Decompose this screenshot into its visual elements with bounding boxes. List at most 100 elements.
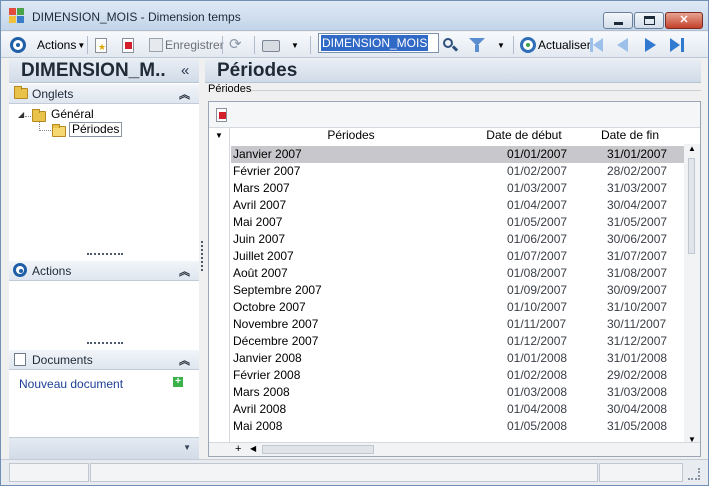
save-button[interactable]: Enregistrer (149, 35, 224, 55)
table-row[interactable]: Avril 2007 01/04/2007 30/04/2007 (231, 197, 700, 214)
actions-section-label: Actions (32, 264, 72, 278)
cell-periode: Mars 2007 (233, 181, 290, 195)
cell-periode: Décembre 2007 (233, 334, 319, 348)
table-row[interactable]: Juillet 2007 01/07/2007 31/07/2007 (231, 248, 700, 265)
cell-date-debut: 01/03/2007 (507, 181, 568, 195)
print-button[interactable]: ▼ (262, 35, 299, 55)
documents-section-header[interactable]: Documents ︽ (9, 350, 199, 370)
add-row-icon[interactable]: + (235, 443, 241, 455)
vertical-splitter-grip[interactable] (201, 241, 203, 271)
grid-body: Périodes Date de début Date de fin Janvi… (231, 128, 700, 442)
horizontal-scrollbar[interactable]: + ◀ (209, 442, 700, 456)
delete-button[interactable] (122, 35, 134, 55)
close-icon: ✕ (679, 14, 689, 26)
delete-row-icon[interactable] (216, 108, 227, 122)
table-row[interactable]: Novembre 2007 01/11/2007 30/11/2007 (231, 316, 700, 333)
folder-icon (32, 109, 46, 122)
new-button[interactable]: ★ (95, 35, 107, 55)
collapse-panel-button[interactable]: « (181, 62, 189, 79)
toolbar-separator (513, 36, 514, 54)
table-row[interactable]: Août 2007 01/08/2007 31/08/2007 (231, 265, 700, 282)
status-cell (90, 463, 598, 482)
table-row[interactable]: Avril 2008 01/04/2008 30/04/2008 (231, 401, 700, 418)
search-icon (442, 37, 459, 53)
cell-date-fin: 30/06/2007 (607, 232, 668, 246)
table-row[interactable]: Décembre 2007 01/12/2007 31/12/2007 (231, 333, 700, 350)
actions-menu-button[interactable]: Actions ▼ (10, 35, 85, 55)
actualiser-button[interactable]: Actualiser (520, 35, 591, 55)
cell-date-fin: 28/02/2007 (607, 164, 668, 178)
table-row[interactable]: Mars 2007 01/03/2007 31/03/2007 (231, 180, 700, 197)
vertical-scrollbar[interactable]: ▲ ▼ (684, 144, 700, 444)
minimize-button[interactable] (603, 12, 633, 29)
close-button[interactable]: ✕ (665, 12, 703, 29)
maximize-icon (644, 16, 655, 25)
previous-record-icon (615, 37, 631, 53)
search-input[interactable]: DIMENSION_MOIS (318, 33, 439, 53)
left-panel-footer: ▼ (9, 437, 199, 459)
tree-node-periodes-label: Périodes (69, 122, 123, 137)
chevron-up-icon: ︽ (179, 266, 190, 278)
refresh-button[interactable]: ⟳ (229, 35, 245, 55)
vertical-scroll-thumb[interactable] (688, 158, 695, 254)
scroll-up-icon[interactable]: ▲ (688, 144, 696, 153)
cell-date-fin: 31/05/2007 (607, 215, 668, 229)
cell-date-debut: 01/09/2007 (507, 283, 568, 297)
table-row[interactable]: Mai 2008 01/05/2008 31/05/2008 (231, 418, 700, 435)
cell-date-fin: 30/04/2008 (607, 402, 668, 416)
cell-periode: Avril 2008 (233, 402, 287, 416)
chevron-down-icon: ▼ (291, 40, 299, 50)
cell-date-debut: 01/07/2007 (507, 249, 568, 263)
cell-periode: Avril 2007 (233, 198, 287, 212)
add-document-icon[interactable]: + (173, 377, 183, 387)
cell-periode: Février 2008 (233, 368, 301, 382)
delete-icon (122, 37, 134, 53)
table-row[interactable]: Juin 2007 01/06/2007 30/06/2007 (231, 231, 700, 248)
column-header-date-debut[interactable]: Date de début (471, 128, 577, 145)
print-icon (262, 40, 280, 52)
cell-date-debut: 01/01/2007 (507, 147, 568, 161)
onglets-section-header[interactable]: Onglets ︽ (9, 84, 199, 104)
previous-record-button[interactable] (615, 35, 631, 55)
actions-menu-label: Actions (37, 38, 77, 52)
chevron-down-icon[interactable]: ▼ (183, 443, 191, 452)
column-header-date-fin[interactable]: Date de fin (577, 128, 683, 145)
save-icon (149, 38, 163, 52)
app-window: DIMENSION_MOIS - Dimension temps ✕ Actio… (0, 0, 709, 486)
cell-date-fin: 31/01/2008 (607, 351, 668, 365)
toolbar-separator (222, 36, 223, 54)
cell-date-debut: 01/12/2007 (507, 334, 568, 348)
splitter-grip[interactable] (87, 342, 123, 344)
search-button[interactable] (442, 35, 459, 55)
cell-periode: Mai 2007 (233, 215, 283, 229)
table-row[interactable]: Septembre 2007 01/09/2007 30/09/2007 (231, 282, 700, 299)
filter-button[interactable]: ▼ (469, 35, 505, 55)
maximize-button[interactable] (634, 12, 664, 29)
cell-date-fin: 31/10/2007 (607, 300, 668, 314)
splitter-grip[interactable] (87, 253, 123, 255)
scroll-left-icon[interactable]: ◀ (250, 444, 256, 453)
table-row[interactable]: Janvier 2007 01/01/2007 31/01/2007 (231, 146, 700, 163)
cell-date-debut: 01/02/2008 (507, 368, 568, 382)
table-row[interactable]: Mai 2007 01/05/2007 31/05/2007 (231, 214, 700, 231)
table-row[interactable]: Février 2008 01/02/2008 29/02/2008 (231, 367, 700, 384)
new-document-link[interactable]: Nouveau document (19, 377, 123, 391)
resize-grip-icon[interactable] (688, 468, 700, 480)
refresh-icon: ⟳ (229, 36, 242, 53)
first-record-button[interactable] (589, 35, 605, 55)
table-row[interactable]: Janvier 2008 01/01/2008 31/01/2008 (231, 350, 700, 367)
left-panel: DIMENSION_M.. « Onglets ︽ ◢ Général Péri… (9, 59, 199, 459)
tree-expand-icon: ◢ (18, 110, 25, 119)
table-row[interactable]: Octobre 2007 01/10/2007 31/10/2007 (231, 299, 700, 316)
cell-periode: Février 2007 (233, 164, 301, 178)
table-row[interactable]: Mars 2008 01/03/2008 31/03/2008 (231, 384, 700, 401)
column-chooser-icon[interactable]: ▼ (215, 131, 223, 140)
actions-section-header[interactable]: Actions ︽ (9, 261, 199, 281)
cell-date-debut: 01/11/2007 (507, 317, 567, 331)
table-row[interactable]: Février 2007 01/02/2007 28/02/2007 (231, 163, 700, 180)
horizontal-scroll-thumb[interactable] (262, 445, 374, 454)
last-record-button[interactable] (669, 35, 685, 55)
title-bar[interactable]: DIMENSION_MOIS - Dimension temps ✕ (1, 1, 708, 31)
column-header-periodes[interactable]: Périodes (231, 128, 471, 145)
next-record-button[interactable] (642, 35, 658, 55)
